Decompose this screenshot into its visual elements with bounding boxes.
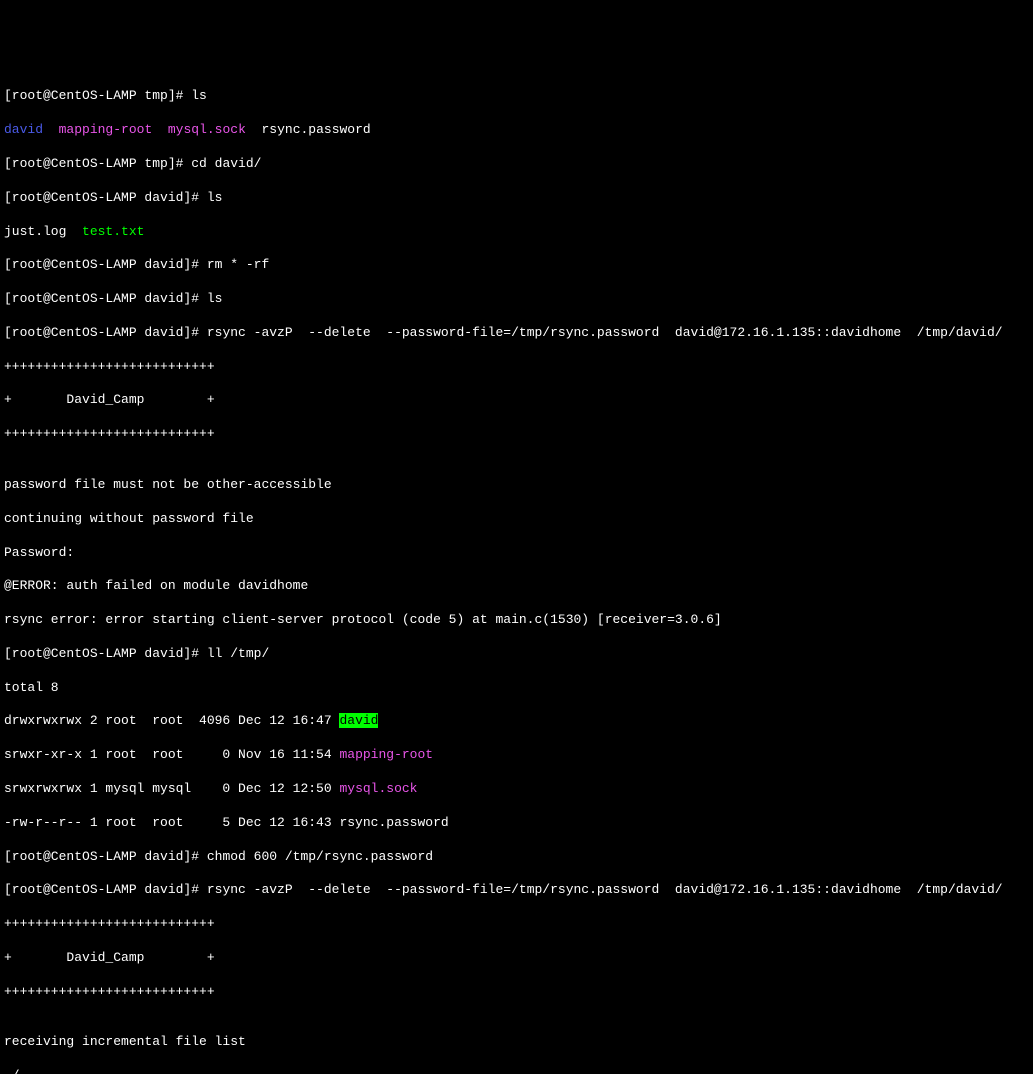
command-text: chmod 600 /tmp/rsync.password [207,849,433,864]
banner-line: +++++++++++++++++++++++++++ [4,359,1029,376]
command-text: ls [207,190,223,205]
shell-prompt: [root@CentOS-LAMP david]# [4,325,207,340]
error-line: @ERROR: auth failed on module davidhome [4,578,1029,595]
shell-prompt: [root@CentOS-LAMP david]# [4,291,207,306]
shell-prompt: [root@CentOS-LAMP tmp]# [4,88,191,103]
shell-prompt: [root@CentOS-LAMP tmp]# [4,156,191,171]
file-name: mysql.sock [168,122,246,137]
banner-line: + David_Camp + [4,950,1029,967]
file-name: mysql.sock [339,781,417,796]
file-perms: srwxrwxrwx 1 mysql mysql 0 Dec 12 12:50 [4,781,339,796]
banner-line: + David_Camp + [4,392,1029,409]
banner-line: +++++++++++++++++++++++++++ [4,426,1029,443]
dir-name: david [339,713,378,728]
output-line: password file must not be other-accessib… [4,477,1029,494]
output-line: ./ [4,1068,1029,1074]
banner-line: +++++++++++++++++++++++++++ [4,916,1029,933]
dir-name: david [4,122,43,137]
terminal-output: [root@CentOS-LAMP tmp]# ls david mapping… [4,72,1029,1074]
output-line: total 8 [4,680,1029,697]
command-text: ls [207,291,223,306]
banner-line: +++++++++++++++++++++++++++ [4,984,1029,1001]
command-text: rm * -rf [207,257,269,272]
shell-prompt: [root@CentOS-LAMP david]# [4,190,207,205]
command-text: ls [191,88,207,103]
shell-prompt: [root@CentOS-LAMP david]# [4,646,207,661]
output-line: receiving incremental file list [4,1034,1029,1051]
error-line: rsync error: error starting client-serve… [4,612,1029,629]
command-text: rsync -avzP --delete --password-file=/tm… [207,325,1003,340]
shell-prompt: [root@CentOS-LAMP david]# [4,849,207,864]
output-line: continuing without password file [4,511,1029,528]
command-text: rsync -avzP --delete --password-file=/tm… [207,882,1003,897]
file-perms: drwxrwxrwx 2 root root 4096 Dec 12 16:47 [4,713,339,728]
shell-prompt: [root@CentOS-LAMP david]# [4,882,207,897]
file-listing: -rw-r--r-- 1 root root 5 Dec 12 16:43 rs… [4,815,1029,832]
file-perms: srwxr-xr-x 1 root root 0 Nov 16 11:54 [4,747,339,762]
command-text: cd david/ [191,156,261,171]
command-text: ll /tmp/ [207,646,269,661]
file-name: rsync.password [261,122,370,137]
file-name: mapping-root [59,122,153,137]
file-name: mapping-root [339,747,433,762]
file-name: test.txt [82,224,144,239]
output-line: Password: [4,545,1029,562]
file-name: just.log [4,224,66,239]
shell-prompt: [root@CentOS-LAMP david]# [4,257,207,272]
